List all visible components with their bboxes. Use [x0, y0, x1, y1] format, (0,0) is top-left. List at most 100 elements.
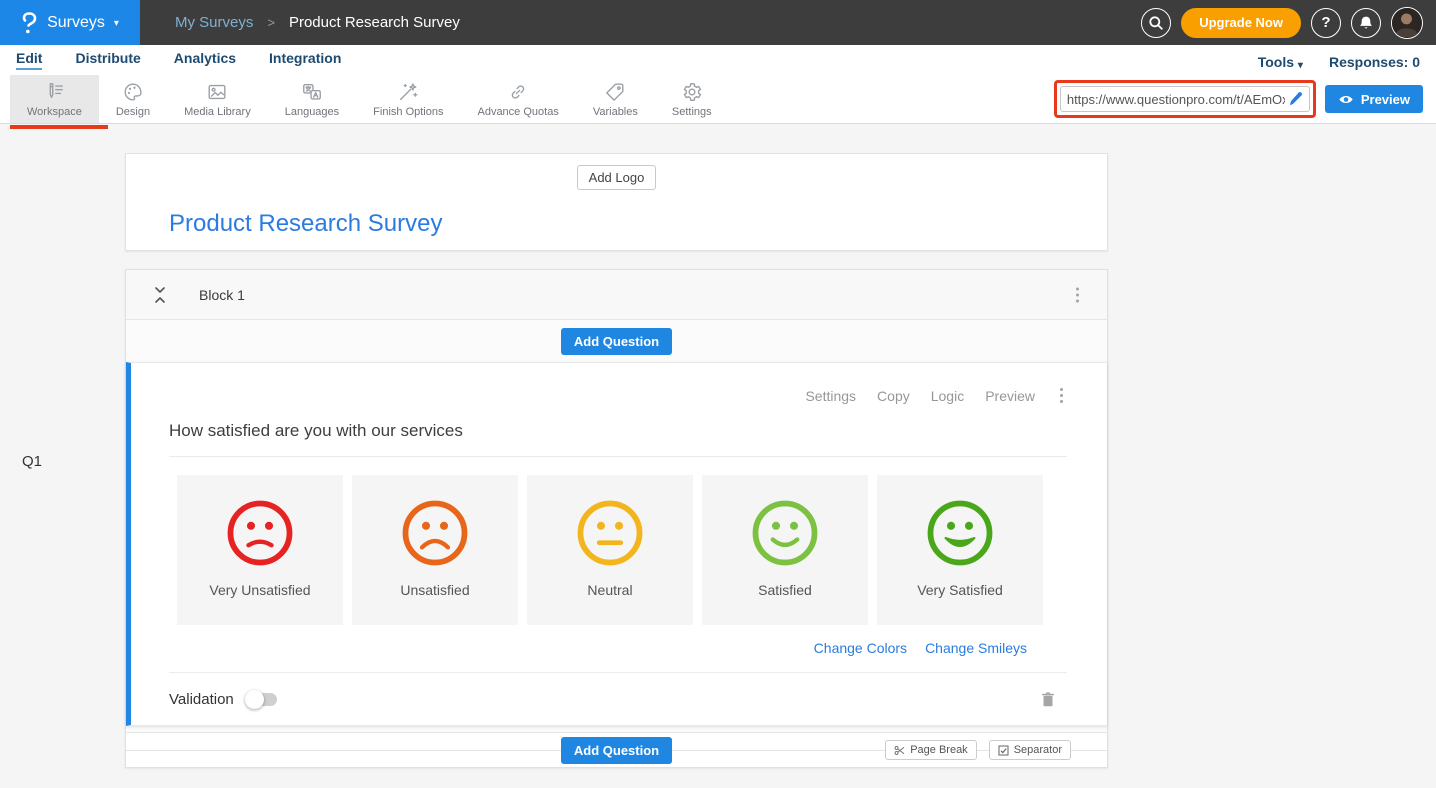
smiley-option-neutral[interactable]: Neutral	[527, 475, 693, 625]
toolbar-item-languages[interactable]: Languages	[268, 75, 356, 123]
toolbar-item-design[interactable]: Design	[99, 75, 167, 123]
nav-tab-edit[interactable]: Edit	[16, 50, 42, 70]
survey-header-card: Add Logo Product Research Survey	[125, 153, 1108, 251]
notifications-button[interactable]	[1351, 8, 1381, 38]
smiley-smile-icon	[749, 475, 821, 569]
question-mark-icon: ?	[1321, 14, 1330, 31]
smiley-option-satisfied[interactable]: Satisfied	[702, 475, 868, 625]
trash-icon	[1039, 689, 1057, 709]
checkbox-checked-icon	[998, 745, 1009, 756]
breadcrumb-my-surveys[interactable]: My Surveys	[175, 14, 253, 31]
survey-url-text: https://www.questionpro.com/t/AEmOx2	[1067, 92, 1285, 107]
toolbar-item-label: Media Library	[184, 106, 251, 118]
collapse-block-button[interactable]	[152, 286, 168, 304]
question-card: Settings Copy Logic Preview How satisfied a…	[126, 362, 1107, 726]
gear-icon	[681, 81, 703, 103]
smiley-option-unsatisfied[interactable]: Unsatisfied	[352, 475, 518, 625]
block-header: Block 1	[126, 270, 1107, 320]
toolbar-item-settings[interactable]: Settings	[655, 75, 729, 123]
block-card: Block 1 Add Question Settings Copy Logic Pr…	[125, 269, 1108, 768]
edit-url-button[interactable]	[1289, 92, 1303, 106]
delete-question-button[interactable]	[1039, 689, 1057, 709]
block-insert-buttons: Page Break Separator	[885, 740, 1071, 760]
change-smileys-link[interactable]: Change Smileys	[925, 640, 1027, 656]
toolbar-item-media-library[interactable]: Media Library	[167, 75, 268, 123]
toolbar-right: https://www.questionpro.com/t/AEmOx2 Pre…	[1054, 75, 1436, 123]
pencil-icon	[1289, 92, 1303, 106]
smiley-frown-icon	[399, 475, 471, 569]
breadcrumb-separator: >	[267, 15, 275, 30]
question-menu-copy[interactable]: Copy	[877, 388, 910, 404]
survey-url-field[interactable]: https://www.questionpro.com/t/AEmOx2	[1060, 86, 1310, 112]
section-nav: Edit Distribute Analytics Integration Tools…	[0, 45, 1436, 75]
toolbar-item-variables[interactable]: Variables	[576, 75, 655, 123]
question-menu: Settings Copy Logic Preview	[169, 363, 1067, 407]
add-question-row-top: Add Question	[126, 320, 1107, 362]
smiley-option-label: Satisfied	[758, 582, 812, 598]
nav-tab-distribute[interactable]: Distribute	[75, 50, 140, 70]
question-menu-items: Settings Copy Logic Preview	[805, 388, 1035, 404]
validation-toggle[interactable]	[247, 693, 277, 706]
add-question-button-bottom[interactable]: Add Question	[561, 737, 672, 764]
responses-count[interactable]: Responses: 0	[1329, 54, 1420, 70]
user-avatar[interactable]	[1391, 7, 1423, 39]
toolbar-item-finish-options[interactable]: Finish Options	[356, 75, 460, 123]
toolbar-item-workspace[interactable]: Workspace	[10, 75, 99, 123]
smiley-option-very-unsatisfied[interactable]: Very Unsatisfied	[177, 475, 343, 625]
toolbar-item-label: Finish Options	[373, 106, 443, 118]
nav-tab-integration[interactable]: Integration	[269, 50, 341, 70]
help-button[interactable]: ?	[1311, 8, 1341, 38]
editor-toolbar: Workspace Design Media Library Languages Fin…	[0, 75, 1436, 124]
nav-tab-analytics[interactable]: Analytics	[174, 50, 236, 70]
separator-button[interactable]: Separator	[989, 740, 1071, 760]
toolbar-item-advance-quotas[interactable]: Advance Quotas	[460, 75, 575, 123]
add-question-button-top[interactable]: Add Question	[561, 328, 672, 355]
workspace-icon	[43, 81, 65, 103]
validation-row: Validation	[169, 672, 1067, 725]
tag-icon	[604, 81, 626, 103]
chain-link-icon	[507, 81, 529, 103]
question-text[interactable]: How satisfied are you with our services	[169, 421, 1067, 457]
surveys-menu[interactable]: Surveys ▾	[0, 0, 140, 45]
toolbar-item-label: Design	[116, 106, 150, 118]
toolbar-item-label: Settings	[672, 106, 712, 118]
magic-wand-icon	[397, 81, 419, 103]
media-image-icon	[206, 81, 228, 103]
preview-button[interactable]: Preview	[1325, 85, 1423, 113]
add-logo-button[interactable]: Add Logo	[577, 165, 657, 190]
nav-right: Tools ▾ Responses: 0	[1258, 54, 1420, 70]
block-title[interactable]: Block 1	[199, 287, 245, 303]
smiley-option-very-satisfied[interactable]: Very Satisfied	[877, 475, 1043, 625]
chevron-down-icon: ▾	[114, 18, 119, 29]
toolbar-item-label: Workspace	[27, 106, 82, 118]
question-kebab-button[interactable]	[1056, 384, 1067, 407]
tools-menu[interactable]: Tools ▾	[1258, 54, 1303, 70]
question-links: Change Colors Change Smileys	[169, 640, 1027, 656]
search-icon	[1148, 15, 1164, 31]
top-bar: Surveys ▾ My Surveys > Product Research …	[0, 0, 1436, 45]
page-break-button[interactable]: Page Break	[885, 740, 976, 760]
questionpro-logo	[21, 10, 38, 36]
breadcrumb-current-survey: Product Research Survey	[289, 14, 460, 31]
question-menu-preview[interactable]: Preview	[985, 388, 1035, 404]
toolbar-item-label: Languages	[285, 106, 339, 118]
annotation-url-highlight: https://www.questionpro.com/t/AEmOx2	[1054, 80, 1316, 118]
smiley-option-label: Neutral	[587, 582, 632, 598]
change-colors-link[interactable]: Change Colors	[814, 640, 907, 656]
question-menu-settings[interactable]: Settings	[805, 388, 856, 404]
collapse-icon	[152, 286, 168, 304]
block-menu-button[interactable]	[1072, 283, 1083, 306]
smiley-neutral-icon	[574, 475, 646, 569]
translate-icon	[301, 81, 323, 103]
design-palette-icon	[122, 81, 144, 103]
survey-editor-canvas: Q1 Add Logo Product Research Survey Bloc…	[0, 153, 1436, 788]
smiley-option-label: Very Unsatisfied	[209, 582, 310, 598]
add-question-row-bottom: Add Question Page Break Separator	[126, 732, 1107, 767]
survey-title[interactable]: Product Research Survey	[169, 210, 1107, 238]
search-button[interactable]	[1141, 8, 1171, 38]
question-menu-logic[interactable]: Logic	[931, 388, 964, 404]
upgrade-now-button[interactable]: Upgrade Now	[1181, 8, 1301, 38]
toolbar-item-label: Variables	[593, 106, 638, 118]
bell-icon	[1358, 15, 1374, 31]
toolbar-item-label: Advance Quotas	[477, 106, 558, 118]
